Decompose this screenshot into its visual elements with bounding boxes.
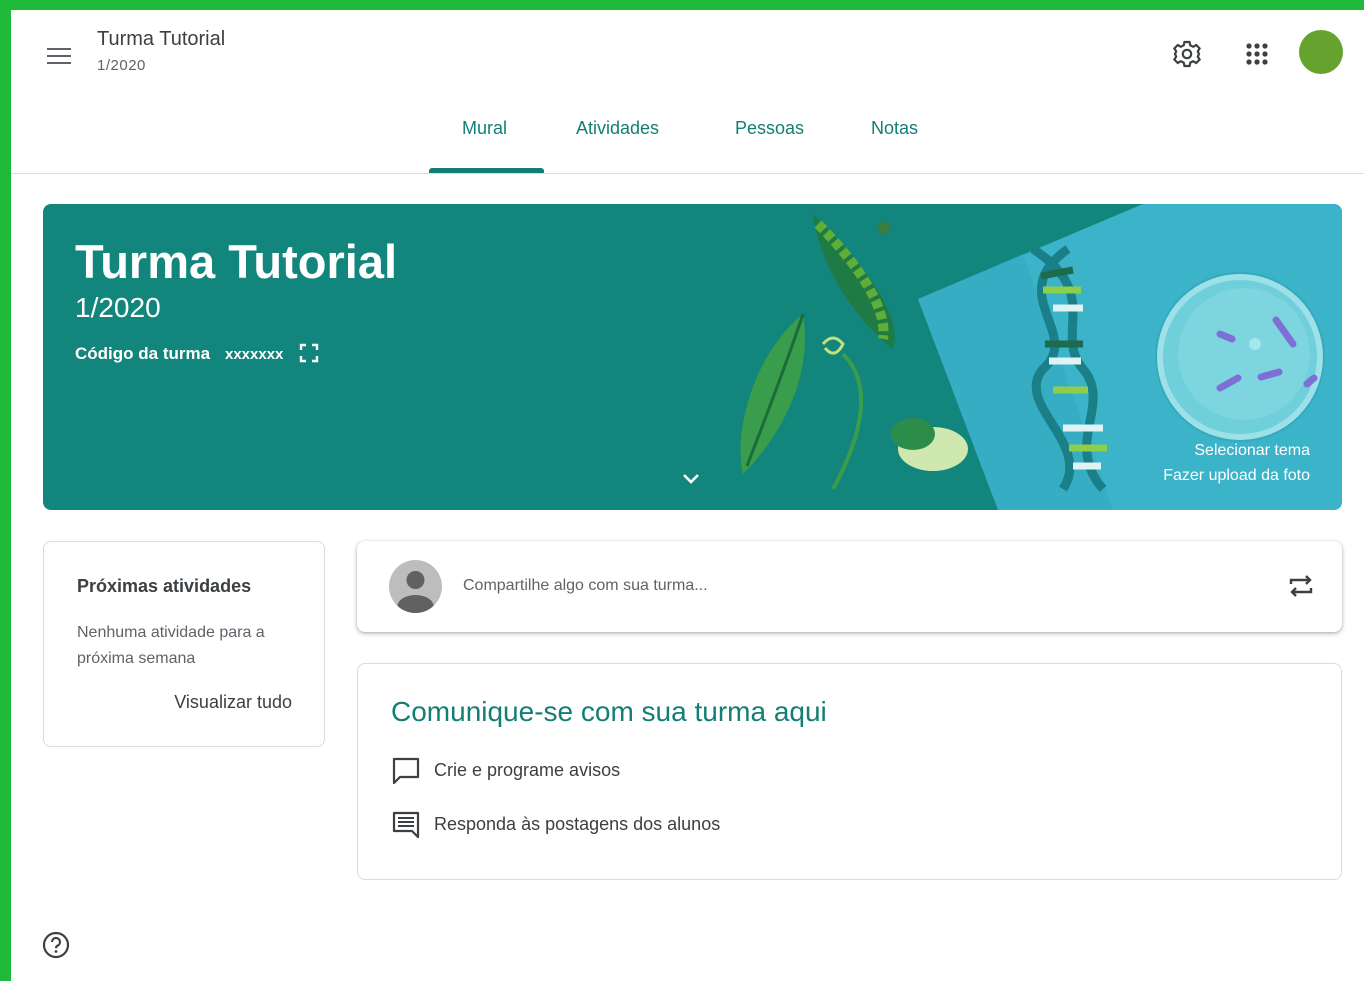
expand-code-button[interactable] [298, 342, 320, 364]
apps-button[interactable] [1235, 32, 1279, 76]
person-icon [397, 571, 434, 613]
chevron-down-icon [683, 474, 699, 484]
menu-icon-line [47, 55, 71, 57]
apps-grid-icon [1246, 43, 1268, 65]
class-code-value: xxxxxxx [225, 346, 284, 363]
tab-mural[interactable]: Mural [462, 118, 507, 139]
help-button[interactable] [41, 930, 71, 960]
class-banner: Turma Tutorial 1/2020 Código da turma xx… [43, 204, 1342, 510]
repost-icon [1289, 575, 1313, 597]
class-title[interactable]: Turma Tutorial [97, 28, 225, 51]
communicate-item-label: Crie e programe avisos [434, 760, 621, 780]
class-code-label: Código da turma [75, 344, 211, 363]
banner-subtitle: 1/2020 [75, 292, 161, 323]
expand-icon [299, 343, 319, 363]
select-theme-link[interactable]: Selecionar tema [1194, 442, 1310, 460]
share-placeholder: Compartilhe algo com sua turma... [463, 577, 708, 594]
account-avatar[interactable] [1299, 30, 1343, 74]
upcoming-card: Próximas atividades Nenhuma atividade pa… [43, 541, 325, 747]
class-period: 1/2020 [97, 57, 146, 74]
menu-icon-line [47, 62, 71, 64]
communicate-item-label: Responda às postagens dos alunos [434, 814, 721, 834]
message-lines-icon [392, 811, 420, 839]
menu-icon [47, 48, 71, 50]
repost-button[interactable] [1284, 569, 1318, 603]
active-tab-indicator [429, 168, 544, 173]
upload-photo-link[interactable]: Fazer upload da foto [1163, 467, 1310, 485]
upcoming-description: Nenhuma atividade para a próxima semana [77, 624, 265, 667]
share-box[interactable]: Compartilhe algo com sua turma... [357, 541, 1342, 632]
upcoming-title: Próximas atividades [77, 576, 252, 596]
chat-bubble-icon [392, 757, 420, 785]
gear-icon [1173, 40, 1201, 68]
view-all-link[interactable]: Visualizar tudo [174, 692, 292, 713]
help-icon [42, 931, 70, 959]
communicate-title: Comunique-se com sua turma aqui [391, 696, 827, 727]
menu-button[interactable] [37, 34, 81, 78]
app-frame: Turma Tutorial 1/2020 Mural Atividades P… [11, 10, 1364, 981]
banner-expand-button[interactable] [679, 466, 703, 490]
banner-title: Turma Tutorial [75, 235, 398, 288]
top-bar: Turma Tutorial 1/2020 Mural Atividades P… [11, 10, 1364, 174]
tab-pessoas[interactable]: Pessoas [735, 118, 804, 139]
settings-button[interactable] [1165, 32, 1209, 76]
communicate-card: Comunique-se com sua turma aqui Crie e p… [357, 663, 1342, 880]
tab-notas[interactable]: Notas [871, 118, 918, 139]
tab-bar: Mural Atividades Pessoas Notas [11, 118, 1364, 174]
user-avatar [389, 560, 442, 613]
tab-atividades[interactable]: Atividades [576, 118, 659, 139]
banner-illustration [740, 204, 1342, 510]
